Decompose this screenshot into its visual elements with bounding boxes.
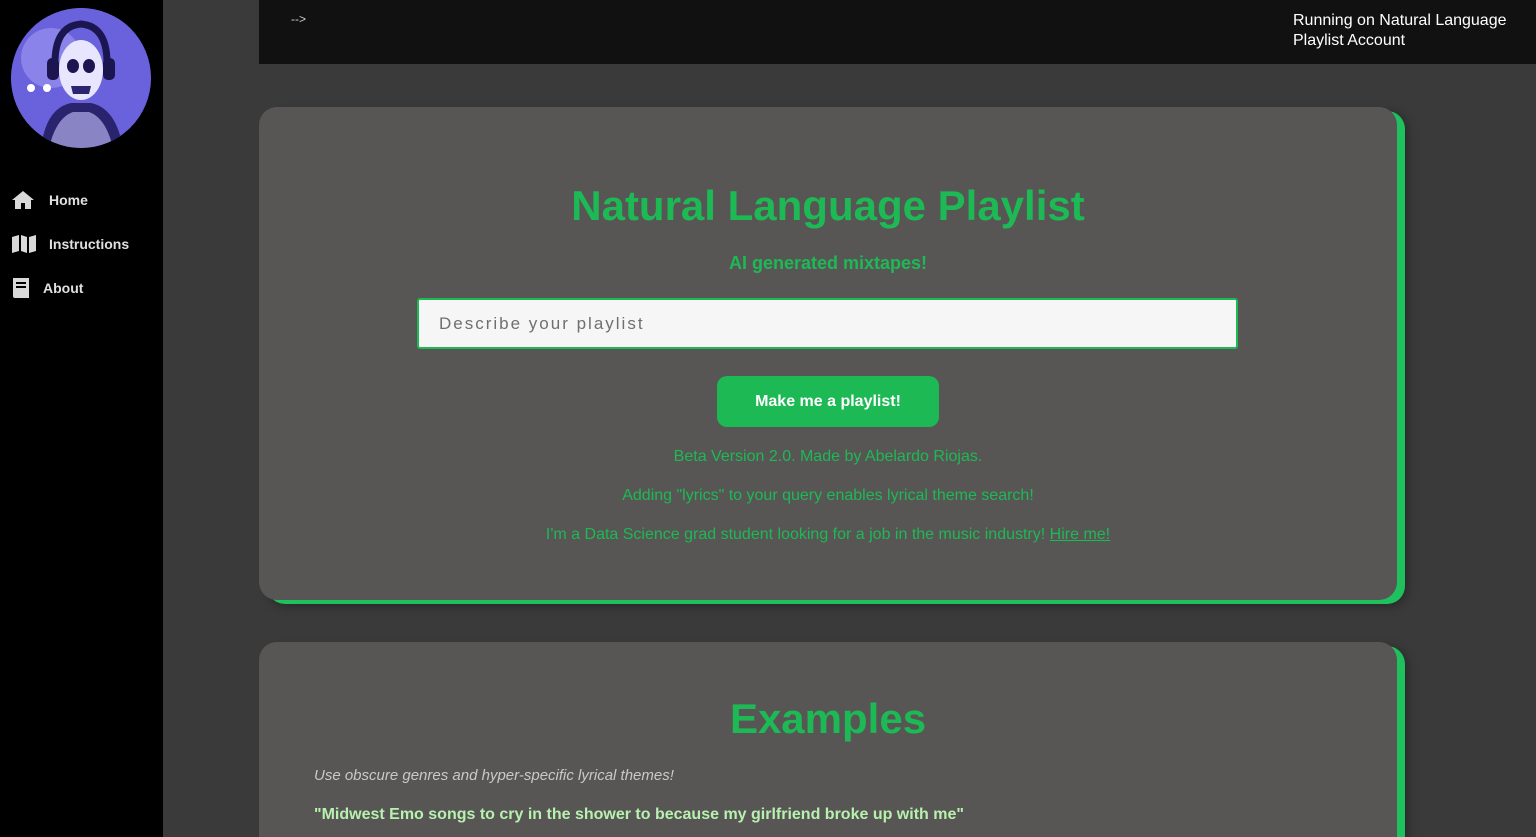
sidebar-item-label: Instructions — [49, 236, 130, 252]
job-text: I'm a Data Science grad student looking … — [259, 526, 1397, 544]
account-status: Running on Natural Language Playlist Acc… — [1293, 12, 1507, 49]
page-subtitle: AI generated mixtapes! — [728, 253, 928, 273]
sidebar-item-instructions[interactable]: Instructions — [0, 222, 163, 266]
page-title: Natural Language Playlist — [571, 182, 1085, 229]
sidebar-nav: Home Instructions About — [0, 178, 163, 310]
examples-title: Examples — [729, 695, 927, 742]
home-icon — [11, 189, 37, 211]
sidebar: Home Instructions About — [0, 0, 163, 837]
sidebar-item-about[interactable]: About — [0, 266, 163, 310]
robot-avatar-icon — [11, 8, 151, 148]
arrow-text: --> — [291, 12, 306, 26]
lyrics-tip-text: Adding "lyrics" to your query enables ly… — [622, 487, 1034, 504]
sidebar-item-label: About — [43, 280, 84, 296]
make-playlist-button[interactable]: Make me a playlist! — [717, 376, 939, 427]
book-icon — [11, 277, 37, 299]
hire-me-link[interactable]: Hire me! — [1050, 526, 1110, 543]
map-icon — [11, 233, 37, 255]
avatar[interactable] — [11, 8, 151, 148]
example-item[interactable]: "Midwest Emo songs to cry in the shower … — [314, 806, 964, 824]
job-line-text: I'm a Data Science grad student looking … — [545, 526, 1050, 543]
top-bar: --> Running on Natural Language Playlist… — [259, 0, 1536, 64]
playlist-description-input[interactable] — [417, 298, 1238, 349]
sidebar-item-home[interactable]: Home — [0, 178, 163, 222]
sidebar-item-label: Home — [49, 192, 88, 208]
version-text: Beta Version 2.0. Made by Abelardo Rioja… — [673, 448, 983, 465]
examples-hint: Use obscure genres and hyper-specific ly… — [314, 767, 674, 784]
